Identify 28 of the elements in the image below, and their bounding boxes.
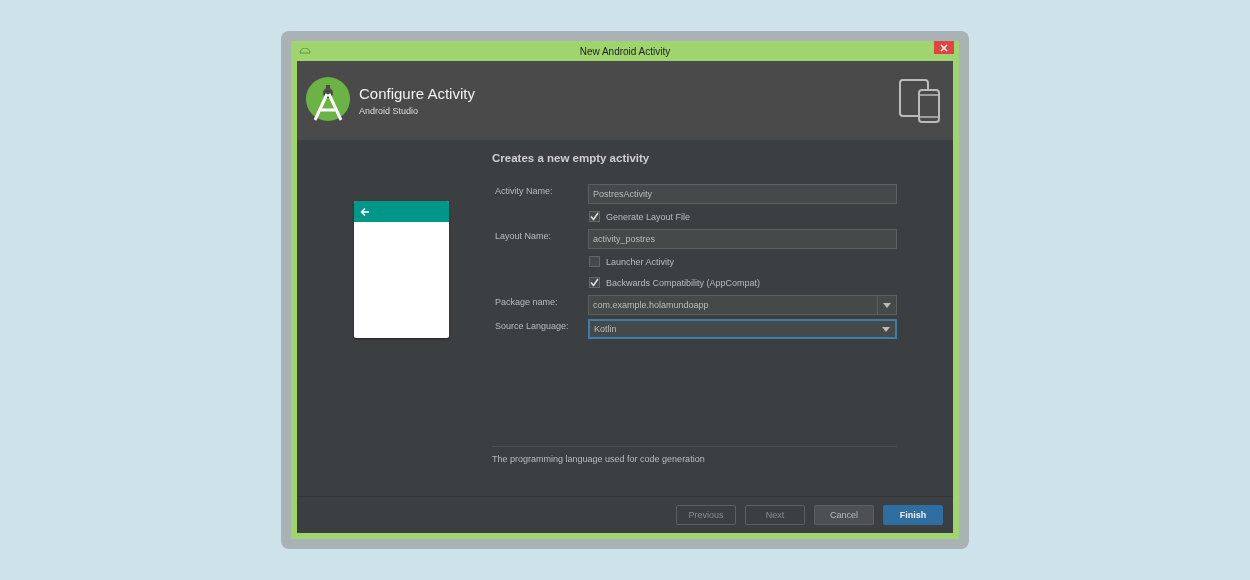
- caret-icon: [883, 302, 891, 308]
- field-label: Package name:: [494, 296, 559, 307]
- checkbox-label: Launcher Activity: [606, 256, 675, 267]
- dropdown-field[interactable]: Kotlin: [588, 319, 897, 339]
- checkbox[interactable]: [589, 211, 600, 222]
- checkbox-label: Generate Layout File: [606, 211, 691, 222]
- header-subtitle: Android Studio: [359, 106, 420, 116]
- field-label: Source Language:: [494, 320, 570, 331]
- caret-icon: [882, 326, 890, 332]
- dialog-button[interactable]: Cancel: [814, 505, 874, 525]
- close-button[interactable]: [934, 41, 954, 54]
- finish-button[interactable]: Finish: [883, 505, 943, 525]
- input-field[interactable]: activity_postres: [588, 229, 897, 249]
- window-title: New Android Activity: [578, 45, 672, 57]
- field-description: The programming language used for code generation: [492, 454, 706, 464]
- back-arrow-icon: [360, 206, 370, 217]
- devices-icon: [899, 78, 941, 123]
- checkbox[interactable]: [589, 277, 600, 288]
- checkbox-label: Backwards Compatibility (AppCompat): [606, 277, 761, 288]
- field-label: Activity Name:: [494, 185, 554, 196]
- checkbox[interactable]: [589, 256, 600, 267]
- header-title: Configure Activity: [359, 85, 476, 102]
- android-icon: [299, 48, 311, 54]
- form-heading: Creates a new empty activity: [492, 152, 651, 166]
- field-label: Layout Name:: [494, 230, 553, 241]
- dropdown-field[interactable]: com.example.holamundoapp: [588, 295, 897, 315]
- input-field[interactable]: PostresActivity: [588, 184, 897, 204]
- close-icon: [940, 43, 948, 52]
